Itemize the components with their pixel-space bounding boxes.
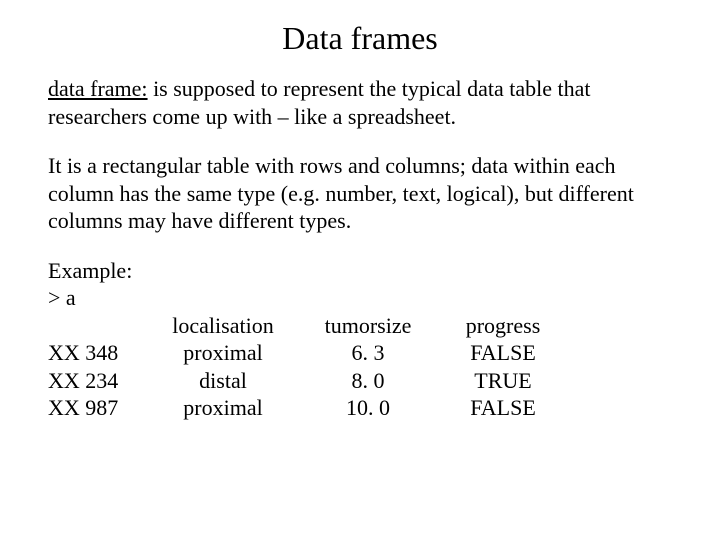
table-cell-localisation: distal <box>148 367 298 395</box>
term-data-frame: data frame: <box>48 76 148 101</box>
table-row-id: XX 348 <box>48 339 148 367</box>
table-cell-progress: FALSE <box>438 339 568 367</box>
table-cell-tumorsize: 10. 0 <box>298 394 438 422</box>
data-table: localisation tumorsize progress XX 348 p… <box>48 312 672 422</box>
example-prompt: > a <box>48 284 672 312</box>
table-cell-progress: TRUE <box>438 367 568 395</box>
table-cell-localisation: proximal <box>148 339 298 367</box>
example-block: Example: > a localisation tumorsize prog… <box>48 257 672 422</box>
col-header-localisation: localisation <box>148 312 298 340</box>
table-cell-progress: FALSE <box>438 394 568 422</box>
col-header-progress: progress <box>438 312 568 340</box>
page-title: Data frames <box>48 20 672 57</box>
table-cell-tumorsize: 8. 0 <box>298 367 438 395</box>
table-cell-localisation: proximal <box>148 394 298 422</box>
table-row-id: XX 987 <box>48 394 148 422</box>
description-paragraph: It is a rectangular table with rows and … <box>48 152 672 235</box>
col-header-blank <box>48 312 148 340</box>
col-header-tumorsize: tumorsize <box>298 312 438 340</box>
example-label: Example: <box>48 257 672 285</box>
table-cell-tumorsize: 6. 3 <box>298 339 438 367</box>
slide: Data frames data frame: is supposed to r… <box>0 0 720 422</box>
definition-paragraph: data frame: is supposed to represent the… <box>48 75 672 130</box>
table-row-id: XX 234 <box>48 367 148 395</box>
